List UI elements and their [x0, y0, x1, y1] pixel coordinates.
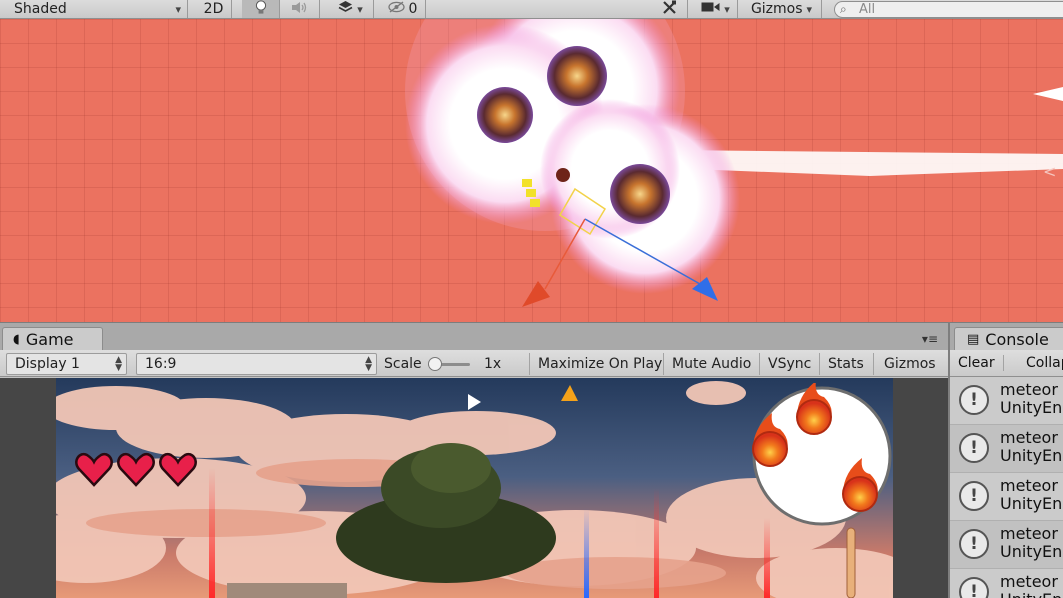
- info-message-icon: !: [959, 433, 989, 463]
- vsync-toggle[interactable]: VSync: [764, 353, 820, 375]
- console-tab-bar: ▤ Console: [950, 322, 1063, 351]
- console-icon: ▤: [967, 332, 980, 347]
- log-source: UnityEn: [1000, 542, 1063, 561]
- camera-icon: [701, 1, 720, 17]
- layers-icon: [338, 0, 353, 18]
- log-source: UnityEn: [1000, 398, 1063, 417]
- info-message-icon: !: [959, 529, 989, 559]
- info-message-icon: !: [959, 385, 989, 415]
- maximize-on-play-label: Maximize On Play: [538, 356, 663, 372]
- hidden-objects-count: 0: [408, 1, 418, 17]
- game-tab-bar: ◖ Game ▾≡: [0, 322, 948, 351]
- game-toolbar: Display 1 ▲ ▼ 16:9 ▲ ▼ Scale 1x Maximize O…: [0, 350, 948, 377]
- console-clear-button[interactable]: Clear: [958, 355, 1004, 371]
- console-panel: ▤ Console Clear Collap !meteorUnityEn!me…: [948, 322, 1063, 598]
- game-controller-icon: ◖: [13, 332, 20, 347]
- tools-icon: [662, 0, 677, 19]
- log-message: meteor: [1000, 572, 1058, 591]
- heat-gauge: [846, 527, 856, 598]
- stats-toggle[interactable]: Stats: [824, 353, 874, 375]
- scene-effects-dropdown[interactable]: [328, 0, 374, 18]
- log-message: meteor: [1000, 524, 1058, 543]
- panel-menu-icon[interactable]: ▾≡: [922, 332, 938, 346]
- display-value: Display 1: [15, 356, 80, 372]
- game-view[interactable]: [0, 378, 948, 598]
- meteor-sprite[interactable]: [547, 46, 607, 106]
- gizmos-label: Gizmos: [750, 1, 803, 17]
- aspect-ratio-value: 16:9: [145, 356, 177, 372]
- game-canvas[interactable]: [56, 378, 893, 598]
- x-axis-handle[interactable]: [522, 281, 550, 307]
- scale-label: Scale: [384, 356, 422, 372]
- scene-gizmos-dropdown[interactable]: Gizmos: [742, 0, 822, 18]
- health-hearts: [75, 452, 197, 487]
- lightbulb-icon: [255, 0, 267, 19]
- log-message: meteor: [1000, 380, 1058, 399]
- scene-lighting-toggle[interactable]: [242, 0, 280, 18]
- console-toolbar: Clear Collap: [950, 350, 1063, 377]
- maximize-on-play-toggle[interactable]: Maximize On Play: [534, 353, 664, 375]
- meteor-sprite[interactable]: [477, 87, 533, 143]
- console-log-entry[interactable]: ! meteorUnityEn: [950, 569, 1063, 598]
- game-gizmos-label: Gizmos: [884, 356, 936, 372]
- 2d-mode-toggle[interactable]: 2D: [196, 0, 232, 18]
- scene-camera-dropdown[interactable]: [694, 0, 738, 18]
- red-light-beam: [209, 468, 215, 598]
- red-light-beam: [654, 488, 659, 598]
- platform-block: [227, 583, 347, 598]
- console-collapse-button[interactable]: Collap: [1026, 355, 1063, 371]
- game-tab-label: Game: [25, 330, 74, 349]
- offscreen-arrow-icon: <: [1043, 162, 1056, 181]
- vsync-label: VSync: [768, 356, 812, 372]
- 2d-mode-label: 2D: [203, 1, 224, 17]
- speaker-icon: [291, 1, 309, 18]
- log-source: UnityEn: [1000, 494, 1063, 513]
- updown-arrows-icon: ▲ ▼: [365, 355, 372, 373]
- info-message-icon: !: [959, 481, 989, 511]
- stats-label: Stats: [828, 356, 864, 372]
- heart-icon: [159, 452, 197, 487]
- scene-search-input[interactable]: ⌕ All: [834, 1, 1063, 18]
- meteor-sprite[interactable]: [610, 164, 670, 224]
- search-icon: ⌕: [840, 2, 847, 16]
- display-dropdown[interactable]: Display 1 ▲ ▼: [6, 353, 127, 375]
- search-placeholder: All: [859, 2, 876, 17]
- log-source: UnityEn: [1000, 446, 1063, 465]
- shading-mode-dropdown[interactable]: Shaded: [0, 0, 188, 18]
- console-log-entry[interactable]: ! meteorUnityEn: [950, 425, 1063, 473]
- blue-light-beam: [584, 508, 589, 598]
- shading-mode-label: Shaded: [14, 1, 67, 17]
- console-tab[interactable]: ▤ Console: [954, 327, 1063, 351]
- game-gizmos-toggle[interactable]: Gizmos: [880, 353, 942, 375]
- mute-audio-label: Mute Audio: [672, 356, 752, 372]
- meteor-counter: [752, 383, 892, 526]
- console-log-entry[interactable]: ! meteorUnityEn: [950, 377, 1063, 425]
- log-message: meteor: [1000, 476, 1058, 495]
- mute-audio-toggle[interactable]: Mute Audio: [668, 353, 760, 375]
- heart-icon: [117, 452, 155, 487]
- scene-tools-button[interactable]: [652, 0, 688, 18]
- log-message: meteor: [1000, 428, 1058, 447]
- scale-slider-thumb[interactable]: [428, 357, 442, 371]
- scale-control: Scale 1x: [384, 353, 530, 375]
- scene-audio-toggle[interactable]: [280, 0, 320, 18]
- console-log-list[interactable]: ! meteor UnityEn! meteor UnityEn! meteor Unity…: [950, 377, 1063, 598]
- scene-toolbar: Shaded 2D 0 Gizmos ⌕ All: [0, 0, 1063, 19]
- camera-gizmo[interactable]: [1033, 87, 1063, 101]
- eye-off-icon: [387, 1, 405, 17]
- console-log-entry[interactable]: ! meteorUnityEn: [950, 473, 1063, 521]
- console-log-entry[interactable]: ! meteorUnityEn: [950, 521, 1063, 569]
- scale-value: 1x: [484, 356, 502, 372]
- log-source: UnityEn: [1000, 590, 1062, 598]
- console-tab-label: Console: [985, 330, 1049, 349]
- scene-view[interactable]: <: [0, 19, 1063, 322]
- aspect-ratio-dropdown[interactable]: 16:9 ▲ ▼: [136, 353, 377, 375]
- z-axis-handle[interactable]: [692, 277, 718, 301]
- updown-arrows-icon: ▲ ▼: [115, 355, 122, 373]
- heart-icon: [75, 452, 113, 487]
- game-tab[interactable]: ◖ Game: [2, 327, 103, 351]
- info-message-icon: !: [959, 577, 989, 598]
- hidden-objects-toggle[interactable]: 0: [380, 0, 426, 18]
- small-debris: [556, 168, 570, 182]
